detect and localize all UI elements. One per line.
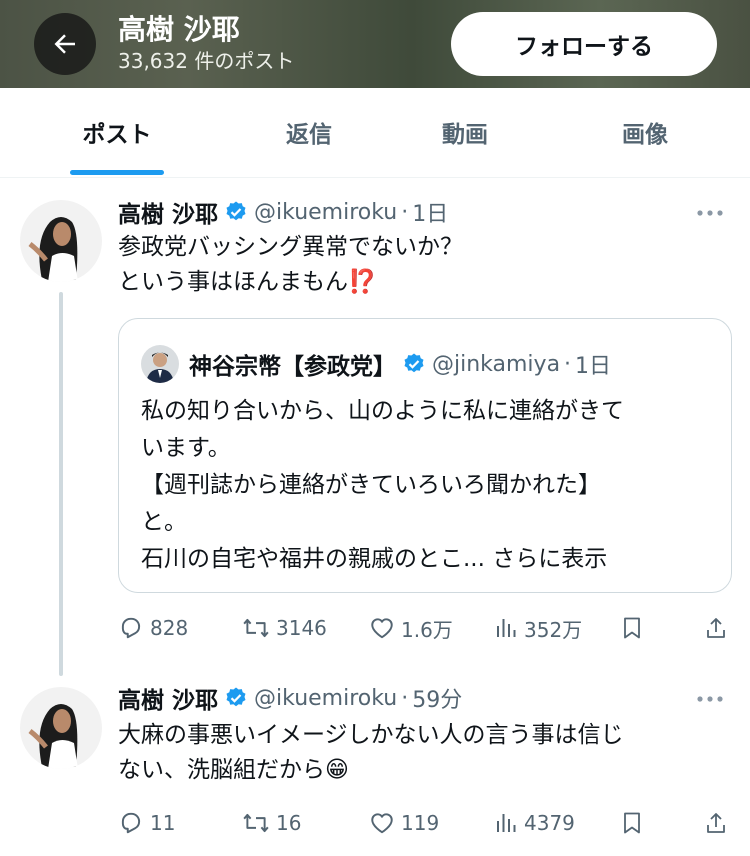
post-text: 大麻の事悪いイメージしかない人の言う事は信じ ない、洗脳組だから😁 xyxy=(118,722,624,783)
like-button[interactable]: 1.6万 xyxy=(369,611,453,645)
profile-name: 高樹 沙耶 xyxy=(118,13,240,46)
post-time[interactable]: 1日 xyxy=(412,196,448,228)
like-count: 119 xyxy=(401,811,440,835)
share-button[interactable] xyxy=(704,611,734,645)
post-actions: 11 16 119 4379 xyxy=(118,806,732,840)
verified-icon xyxy=(402,352,426,376)
tab-videos[interactable]: 動画 xyxy=(388,88,542,176)
verified-icon xyxy=(224,686,248,710)
reply-count: 11 xyxy=(150,811,176,835)
views-button[interactable]: 352万 xyxy=(494,611,582,645)
reply-count: 828 xyxy=(150,616,189,640)
reply-button[interactable]: 11 xyxy=(118,806,175,840)
repost-count: 3146 xyxy=(276,616,327,640)
author-handle[interactable]: @ikuemiroku xyxy=(254,200,397,225)
views-button[interactable]: 4379 xyxy=(494,806,575,840)
bookmark-button[interactable] xyxy=(620,806,650,840)
more-options-button[interactable] xyxy=(694,198,726,228)
post-time[interactable]: 59分 xyxy=(412,682,462,714)
post-count: 33,632 件のポスト xyxy=(118,49,295,73)
post-text: 参政党バッシング異常でないか？ という事はほんまもん⁉️ xyxy=(118,234,463,295)
quoted-post-text: 私の知り合いから、山のように私に連絡がきて います。 【週刊誌から連絡がきていろ… xyxy=(141,398,624,572)
share-icon xyxy=(707,813,725,833)
author-handle[interactable]: @ikuemiroku xyxy=(254,686,397,711)
author-photo xyxy=(20,200,102,282)
repost-icon xyxy=(243,618,269,638)
repost-button[interactable]: 16 xyxy=(242,806,301,840)
post-header: 高樹 沙耶 @ikuemiroku · 59分 xyxy=(118,681,462,715)
view-count: 4379 xyxy=(524,811,575,835)
reply-icon xyxy=(121,812,141,834)
quoted-post-header: 神谷宗幣【参政党】 @jinkamiya · 1日 xyxy=(141,345,612,383)
avatar[interactable] xyxy=(20,200,102,282)
share-icon xyxy=(707,618,725,638)
repost-icon xyxy=(243,813,269,833)
active-tab-indicator xyxy=(70,170,164,175)
analytics-icon xyxy=(497,619,516,637)
post-header: 高樹 沙耶 @ikuemiroku · 1日 xyxy=(118,195,448,229)
repost-count: 16 xyxy=(276,811,302,835)
more-options-button[interactable] xyxy=(694,684,726,714)
heart-icon xyxy=(371,618,393,639)
author-name[interactable]: 高樹 沙耶 xyxy=(118,681,218,715)
profile-tabs: ポスト 返信 動画 画像 xyxy=(0,88,750,178)
reply-icon xyxy=(121,617,141,639)
analytics-icon xyxy=(497,814,516,832)
like-count: 1.6万 xyxy=(401,617,453,642)
author-photo xyxy=(20,687,102,769)
more-icon xyxy=(697,210,723,216)
follow-button[interactable]: フォローする xyxy=(451,12,717,76)
quoted-author-name: 神谷宗幣【参政党】 xyxy=(189,354,396,380)
tab-posts[interactable]: ポスト xyxy=(40,88,194,176)
verified-icon xyxy=(224,200,248,224)
show-more-link[interactable]: さらに表示 xyxy=(492,546,607,572)
share-button[interactable] xyxy=(704,806,734,840)
view-count: 352万 xyxy=(524,617,583,642)
bookmark-icon xyxy=(624,812,640,834)
post-actions: 828 3146 1.6万 352万 xyxy=(118,611,732,645)
more-icon xyxy=(697,696,723,702)
quoted-author-handle: @jinkamiya xyxy=(432,351,561,377)
bookmark-button[interactable] xyxy=(620,611,650,645)
arrow-left-icon xyxy=(54,34,75,54)
profile-header: 高樹 沙耶 33,632 件のポスト フォローする xyxy=(0,0,750,88)
bookmark-icon xyxy=(624,617,640,639)
avatar[interactable] xyxy=(20,687,102,769)
heart-icon xyxy=(371,813,393,834)
tab-replies[interactable]: 返信 xyxy=(232,88,386,176)
quoted-post[interactable]: 神谷宗幣【参政党】 @jinkamiya · 1日 私の知り合いから、山のように… xyxy=(118,318,732,593)
quoted-post-time: 1日 xyxy=(575,354,612,379)
like-button[interactable]: 119 xyxy=(369,806,439,840)
back-button[interactable] xyxy=(34,13,96,75)
quoted-avatar xyxy=(141,345,179,383)
thread-line xyxy=(59,292,63,676)
repost-button[interactable]: 3146 xyxy=(242,611,327,645)
author-name[interactable]: 高樹 沙耶 xyxy=(118,195,218,229)
reply-button[interactable]: 828 xyxy=(118,611,188,645)
tab-images[interactable]: 画像 xyxy=(568,88,722,176)
